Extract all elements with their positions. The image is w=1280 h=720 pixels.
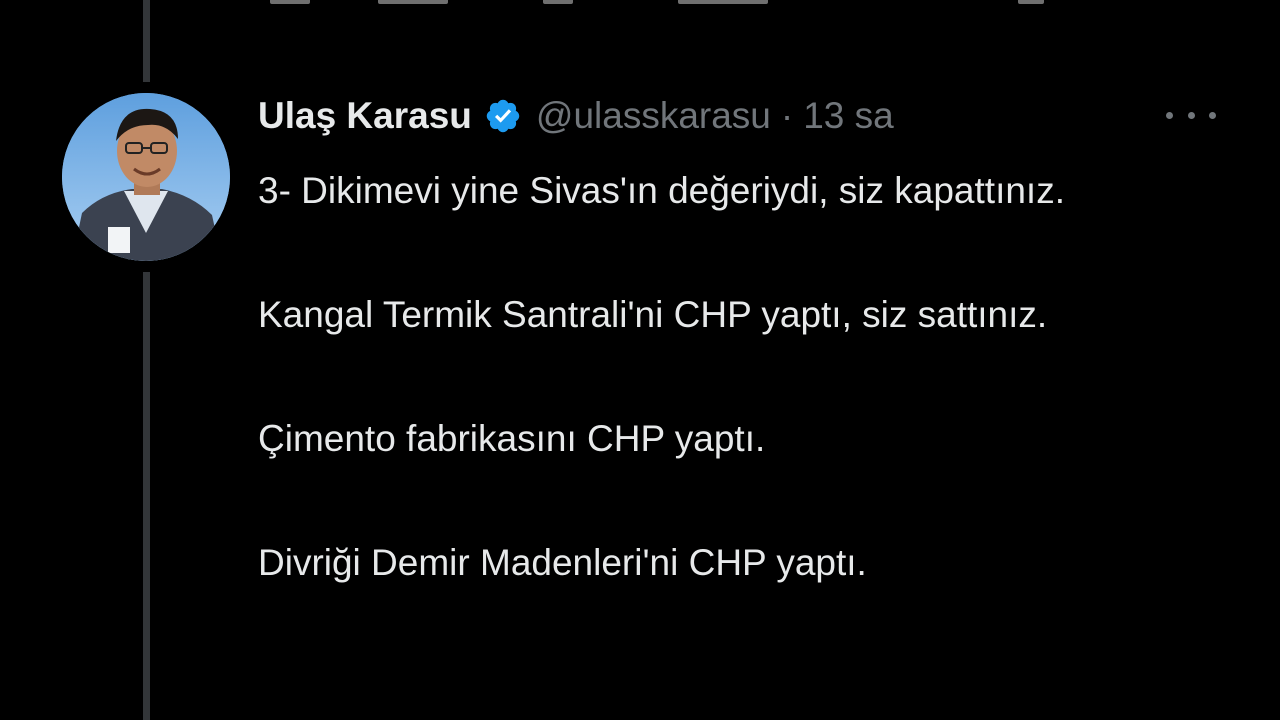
tweet-paragraph: Kangal Termik Santrali'ni CHP yaptı, siz…	[258, 294, 1048, 335]
tweet-timestamp[interactable]: 13 sa	[803, 95, 894, 137]
verified-badge-icon	[484, 97, 522, 135]
author-name[interactable]: Ulaş Karasu	[258, 95, 472, 137]
header-separator: ·	[780, 95, 794, 136]
avatar[interactable]	[62, 93, 230, 261]
tweet-header: Ulaş Karasu @ulasskarasu · 13 sa	[258, 92, 894, 140]
more-options-icon[interactable]	[1166, 100, 1216, 130]
author-handle[interactable]: @ulasskarasu	[536, 95, 771, 137]
thread-line-top	[143, 0, 150, 82]
thread-line-bottom	[143, 272, 150, 720]
tweet-paragraph: Divriği Demir Madenleri'ni CHP yaptı.	[258, 542, 867, 583]
tweet-paragraph: Çimento fabrikasını CHP yaptı.	[258, 418, 766, 459]
tweet-paragraph: 3- Dikimevi yine Sivas'ın değeriydi, siz…	[258, 170, 1065, 211]
previous-tweet-clipped	[258, 0, 1048, 10]
tweet-text: 3- Dikimevi yine Sivas'ın değeriydi, siz…	[258, 160, 1158, 594]
